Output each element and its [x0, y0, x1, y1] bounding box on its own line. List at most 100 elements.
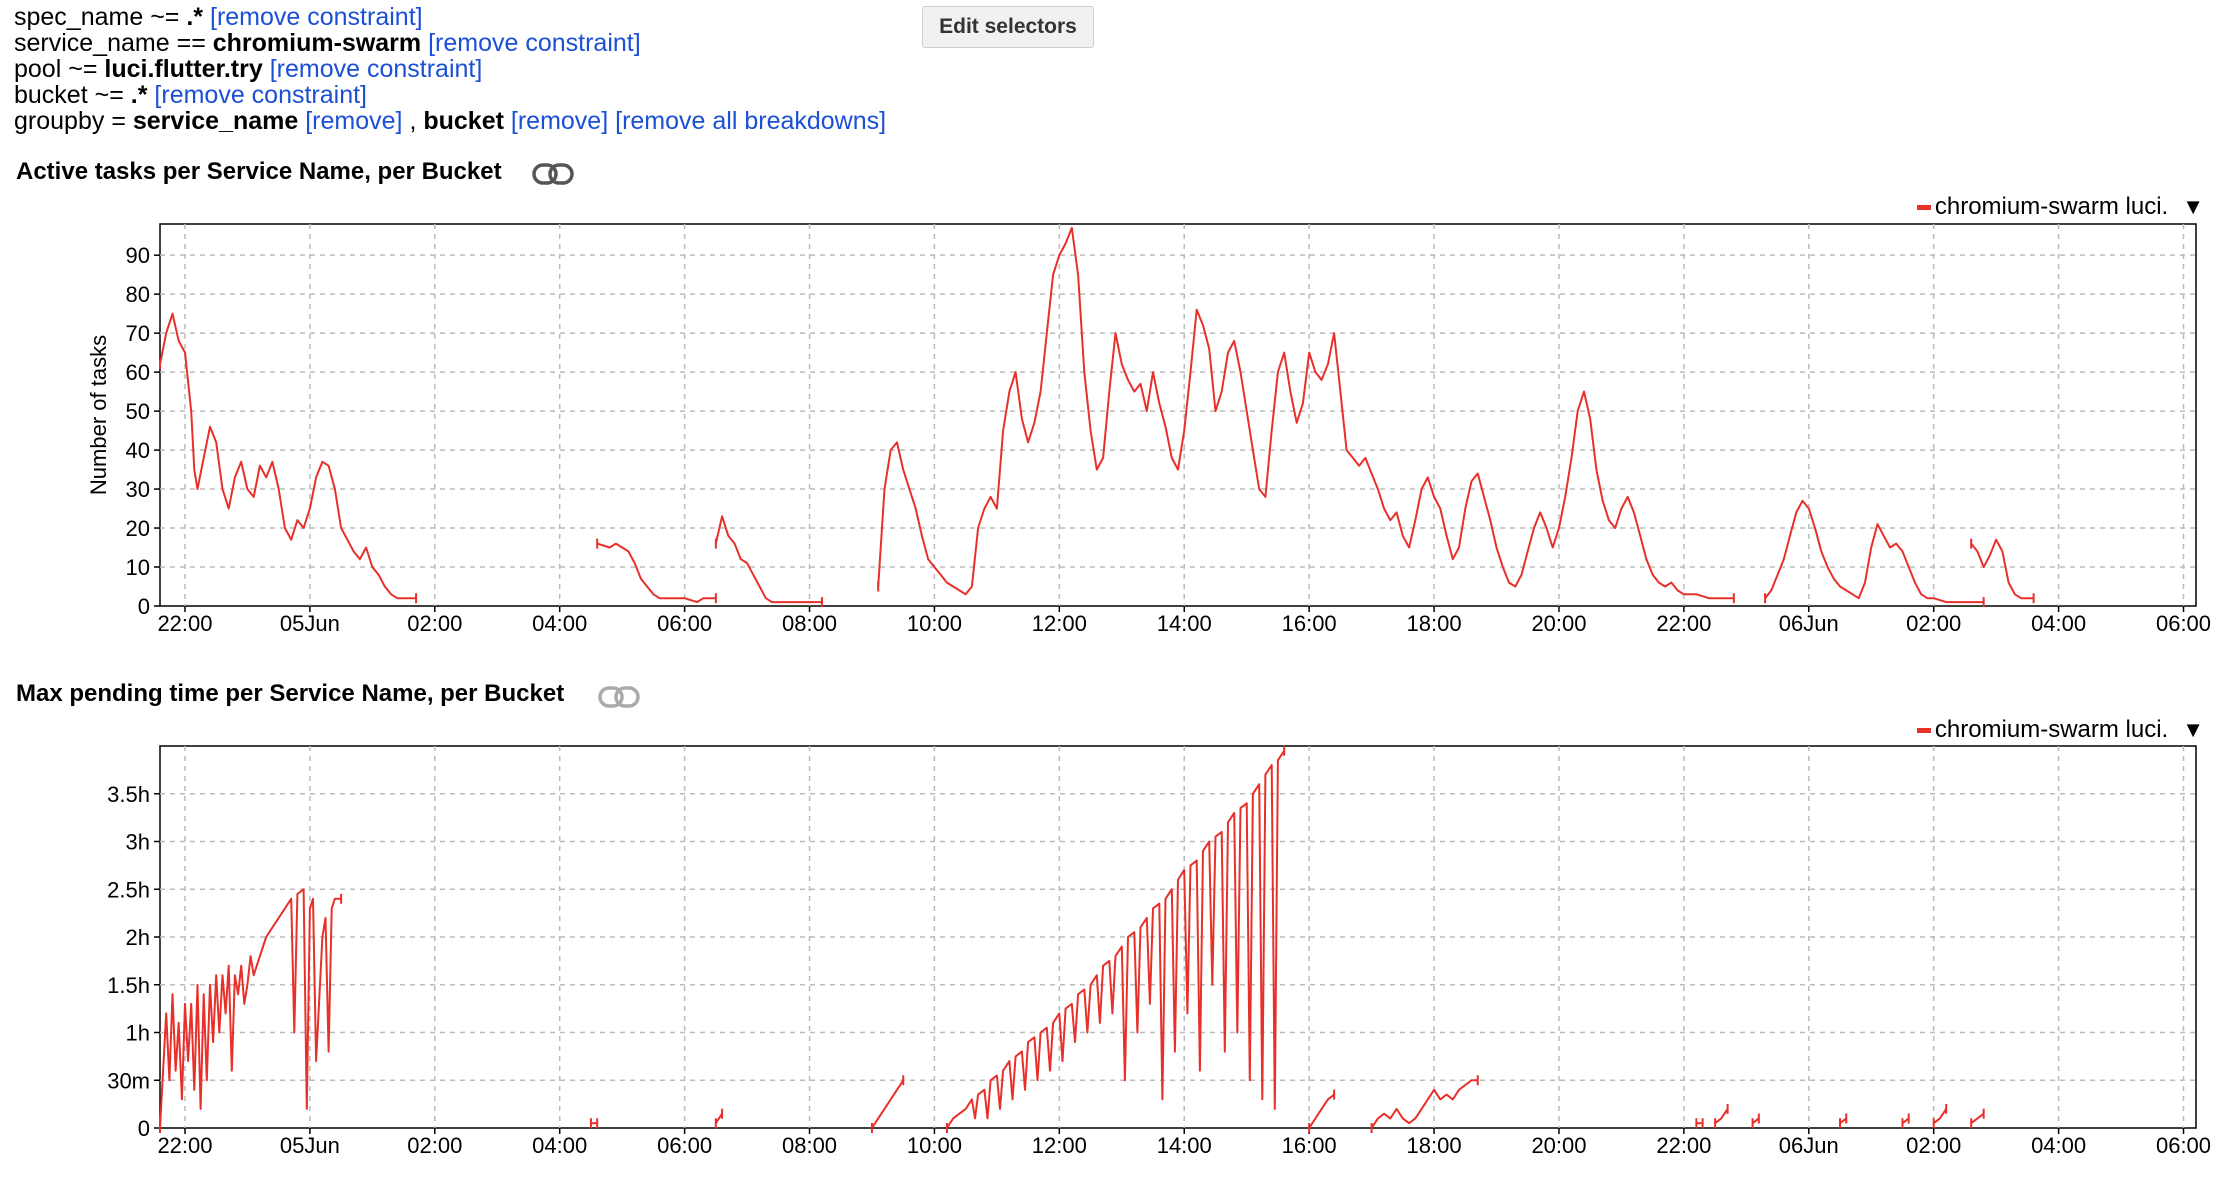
- x-tick-label: 05Jun: [280, 611, 340, 636]
- x-tick-label: 16:00: [1282, 1133, 1337, 1158]
- remove-all-breakdowns-link[interactable]: [remove all breakdowns]: [615, 107, 886, 135]
- series-line: [714, 515, 822, 604]
- groupby-separator: ,: [409, 107, 417, 135]
- groupby-first: service_name: [132, 107, 299, 135]
- x-tick-label: 08:00: [782, 611, 837, 636]
- y-tick-label: 30: [126, 477, 150, 502]
- series-line: [1970, 538, 2034, 600]
- x-tick-label: 02:00: [1906, 611, 1961, 636]
- chart-max-pending: 22:00 05Jun 02:00 04:00 06:00 08:00 10:00 12:00…: [107, 745, 2211, 1158]
- x-tick-label: 16:00: [1282, 611, 1337, 636]
- y-tick-label: 50: [126, 399, 150, 424]
- constraint-value: .*: [130, 81, 148, 109]
- groupby-row: groupby = service_name [remove] , bucket…: [14, 108, 886, 134]
- remove-groupby-service-link[interactable]: [remove]: [305, 107, 402, 135]
- remove-constraint-link[interactable]: [remove constraint]: [210, 3, 423, 31]
- series-line: [1308, 1093, 1335, 1129]
- x-tick-label: 12:00: [1032, 1133, 1087, 1158]
- series-line: [1933, 1108, 1948, 1124]
- x-tick-label: 20:00: [1531, 1133, 1586, 1158]
- y-tick-label: 1h: [126, 1021, 150, 1046]
- x-tick-label: 05Jun: [280, 1133, 340, 1158]
- constraint-value: chromium-swarm: [212, 29, 422, 57]
- constraint-value: .*: [186, 3, 204, 31]
- x-tick-label: 02:00: [407, 1133, 462, 1158]
- constraint-key: service_name: [14, 29, 170, 57]
- x-tick-label: 20:00: [1531, 611, 1586, 636]
- constraint-key: bucket: [14, 81, 88, 109]
- series-line: [159, 312, 417, 600]
- edit-selectors-button[interactable]: Edit selectors: [922, 6, 1094, 48]
- x-tick-label: 06:00: [657, 1133, 712, 1158]
- x-tick-label: 06:00: [2156, 611, 2211, 636]
- y-tick-label: 3.5h: [107, 782, 150, 807]
- y-tick-label: 90: [126, 243, 150, 268]
- groupby-op: =: [111, 107, 126, 135]
- series-line: [946, 750, 1286, 1129]
- x-tick-label: 08:00: [782, 1133, 837, 1158]
- y-tick-label: 2.5h: [107, 877, 150, 902]
- chart-active-tasks: 22:00 05Jun 02:00 04:00 06:00 08:00 10:00 12:00…: [86, 223, 2211, 636]
- y-tick-label: 0: [138, 594, 150, 619]
- x-tick-label: 04:00: [532, 611, 587, 636]
- x-tick-label: 22:00: [1656, 611, 1711, 636]
- series-line: [1370, 1079, 1478, 1129]
- y-tick-label: 0: [138, 1116, 150, 1141]
- x-tick-label: 04:00: [532, 1133, 587, 1158]
- series-line: [1970, 1112, 1985, 1124]
- x-tick-label: 04:00: [2031, 611, 2086, 636]
- x-tick-label: 18:00: [1407, 1133, 1462, 1158]
- remove-constraint-link[interactable]: [remove constraint]: [154, 81, 367, 109]
- remove-constraint-link[interactable]: [remove constraint]: [270, 55, 483, 83]
- link-icon[interactable]: [598, 684, 640, 710]
- y-tick-label: 20: [126, 516, 150, 541]
- link-icon[interactable]: [532, 161, 574, 187]
- remove-groupby-bucket-link[interactable]: [remove]: [511, 107, 608, 135]
- legend-label: chromium-swarm luci.: [1934, 193, 2169, 220]
- constraint-op: ~=: [94, 81, 124, 109]
- series-line: [596, 542, 716, 604]
- y-tick-label: 3h: [126, 830, 150, 855]
- x-tick-label: 10:00: [907, 611, 962, 636]
- y-axis-label: Number of tasks: [86, 335, 111, 495]
- x-tick-label: 06Jun: [1779, 1133, 1839, 1158]
- constraint-service-name: service_name == chromium-swarm [remove c…: [14, 30, 886, 56]
- series-line: [871, 1079, 905, 1129]
- triangle-down-icon[interactable]: ▼: [2182, 194, 2204, 220]
- series-line: [159, 888, 342, 1129]
- y-tick-label: 2h: [126, 925, 150, 950]
- constraint-pool: pool ~= luci.flutter.try [remove constra…: [14, 56, 886, 82]
- y-tick-label: 30m: [107, 1068, 150, 1093]
- x-tick-label: 10:00: [907, 1133, 962, 1158]
- groupby-key: groupby: [14, 107, 105, 135]
- constraint-list: spec_name ~= .* [remove constraint] serv…: [14, 4, 886, 134]
- constraint-bucket: bucket ~= .* [remove constraint]: [14, 82, 886, 108]
- x-tick-label: 14:00: [1157, 611, 1212, 636]
- x-tick-label: 06:00: [657, 611, 712, 636]
- plot-area: [159, 223, 2197, 607]
- chart-title-active-tasks: Active tasks per Service Name, per Bucke…: [16, 158, 502, 185]
- chart-title-max-pending: Max pending time per Service Name, per B…: [16, 680, 565, 707]
- y-tick-label: 70: [126, 321, 150, 346]
- y-tick-label: 1.5h: [107, 973, 150, 998]
- constraint-key: pool: [14, 55, 62, 83]
- y-tick-label: 60: [126, 360, 150, 385]
- groupby-second: bucket: [423, 107, 504, 135]
- series-line: [1764, 499, 1984, 604]
- x-tick-label: 12:00: [1032, 611, 1087, 636]
- legend-active-tasks: chromium-swarm luci. ▼: [1916, 193, 2204, 221]
- x-tick-label: 22:00: [157, 611, 212, 636]
- x-tick-label: 22:00: [1656, 1133, 1711, 1158]
- x-tick-label: 02:00: [407, 611, 462, 636]
- constraint-op: ~=: [68, 55, 98, 83]
- x-tick-label: 14:00: [1157, 1133, 1212, 1158]
- constraint-spec-name: spec_name ~= .* [remove constraint]: [14, 4, 886, 30]
- constraint-op: ~=: [150, 3, 180, 31]
- x-tick-label: 18:00: [1407, 611, 1462, 636]
- remove-constraint-link[interactable]: [remove constraint]: [428, 29, 641, 57]
- y-tick-label: 80: [126, 282, 150, 307]
- x-tick-label: 22:00: [157, 1133, 212, 1158]
- legend-swatch: [1916, 204, 1931, 210]
- constraint-value: luci.flutter.try: [104, 55, 263, 83]
- constraint-op: ==: [176, 29, 206, 57]
